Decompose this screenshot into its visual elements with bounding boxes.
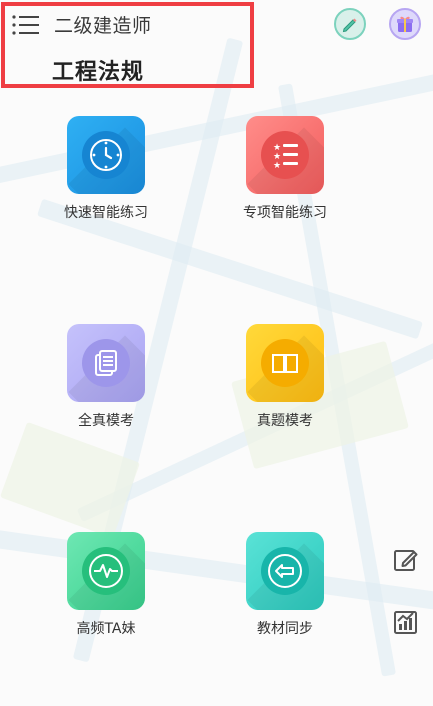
svg-text:★: ★ bbox=[273, 161, 281, 171]
tile-label: 专项智能练习 bbox=[243, 205, 327, 221]
clock-icon bbox=[82, 131, 130, 179]
subject-name[interactable]: 工程法规 bbox=[52, 54, 144, 86]
tile-label: 真题模考 bbox=[257, 413, 313, 429]
tile-past-exam[interactable]: 真题模考 bbox=[215, 324, 355, 444]
gift-icon[interactable] bbox=[389, 8, 421, 40]
document-icon bbox=[82, 339, 130, 387]
menu-icon[interactable] bbox=[12, 14, 40, 36]
tile-label: 高频TA妹 bbox=[76, 621, 136, 637]
full-mock-icon-box bbox=[67, 324, 145, 402]
edit-icon[interactable] bbox=[392, 546, 420, 574]
tile-label: 快速智能练习 bbox=[64, 205, 148, 221]
tile-full-mock-exam[interactable]: 全真模考 bbox=[36, 324, 176, 444]
pulse-icon bbox=[82, 547, 130, 595]
tile-label: 教材同步 bbox=[257, 621, 313, 637]
quick-practice-icon-box bbox=[67, 116, 145, 194]
tile-high-frequency[interactable]: 高频TA妹 bbox=[36, 532, 176, 652]
past-exam-icon-box bbox=[246, 324, 324, 402]
tile-label: 全真模考 bbox=[78, 413, 134, 429]
tile-special-practice[interactable]: ★ ★ ★ 专项智能练习 bbox=[215, 116, 355, 236]
exam-name[interactable]: 二级建造师 bbox=[54, 11, 152, 38]
book-icon bbox=[261, 339, 309, 387]
chart-icon[interactable] bbox=[392, 608, 420, 636]
special-practice-icon-box: ★ ★ ★ bbox=[246, 116, 324, 194]
tile-quick-practice[interactable]: 快速智能练习 bbox=[36, 116, 176, 236]
app-header: 二级建造师 工程法规 bbox=[0, 0, 433, 92]
arrow-left-icon bbox=[261, 547, 309, 595]
pencil-icon[interactable] bbox=[334, 8, 366, 40]
tile-textbook-sync[interactable]: 教材同步 bbox=[215, 532, 355, 652]
list-star-icon: ★ ★ ★ bbox=[261, 131, 309, 179]
high-frequency-icon-box bbox=[67, 532, 145, 610]
textbook-sync-icon-box bbox=[246, 532, 324, 610]
